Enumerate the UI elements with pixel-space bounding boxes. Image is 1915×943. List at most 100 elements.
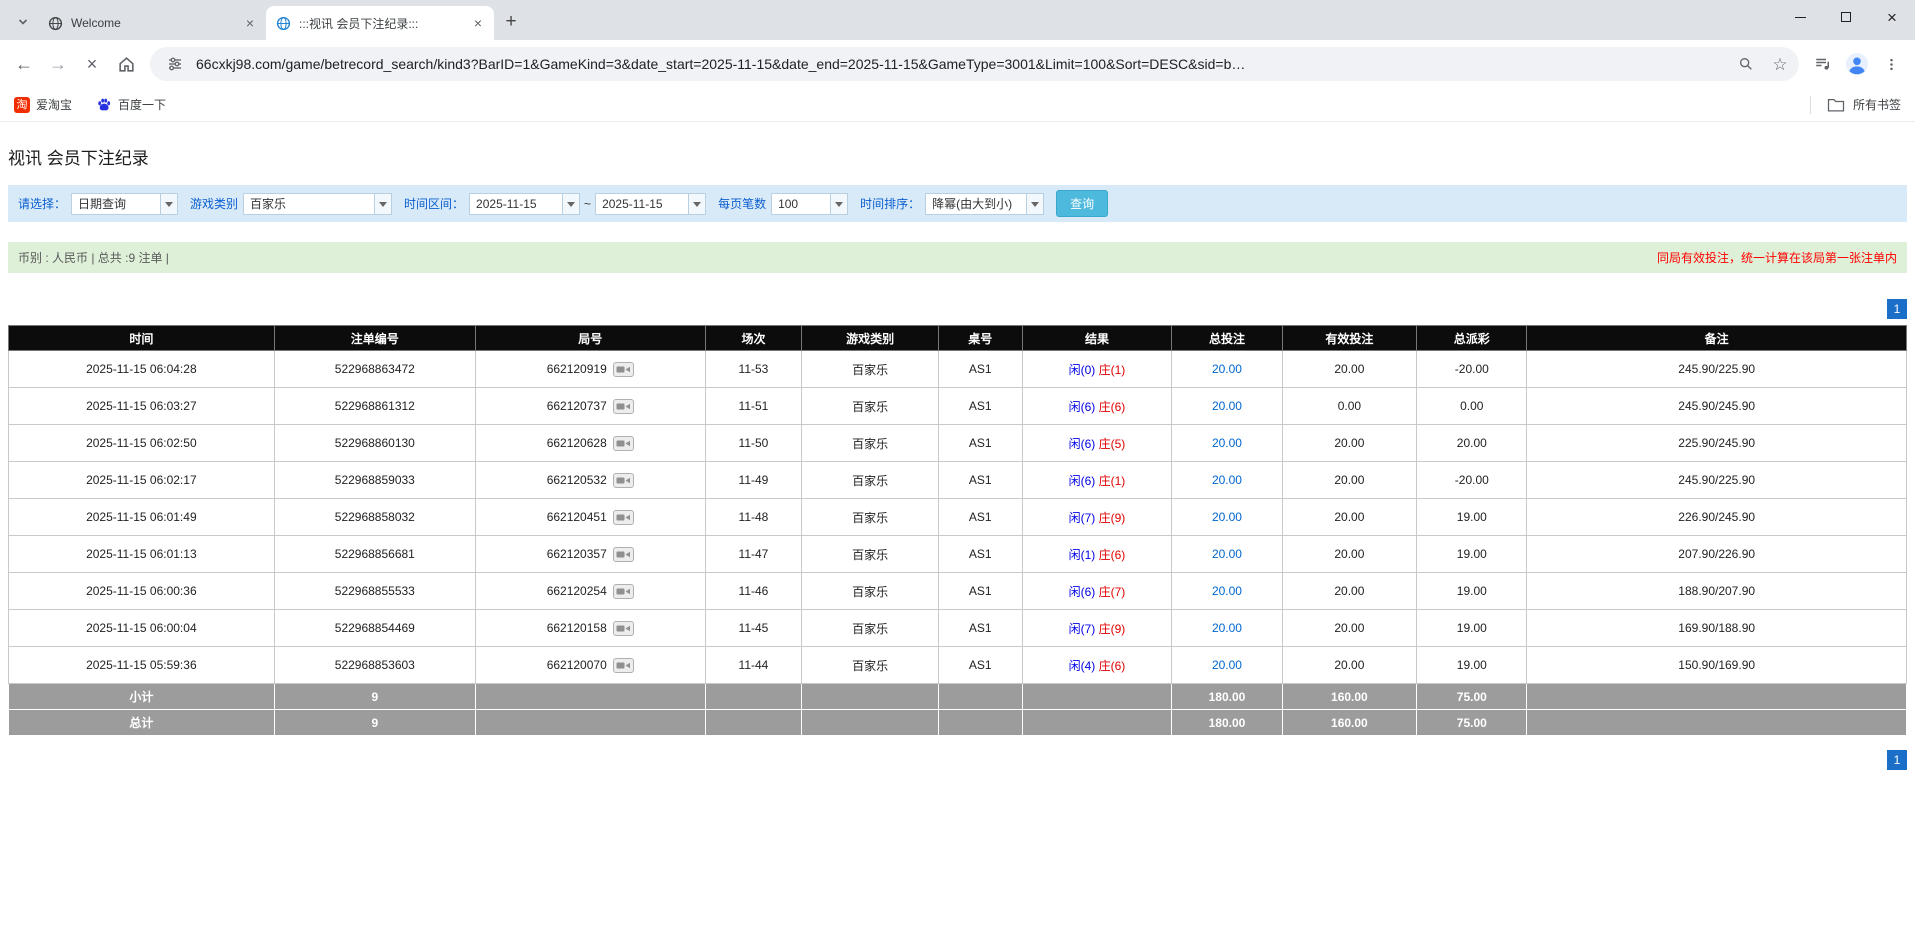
chevron-down-icon[interactable] — [160, 194, 177, 214]
profile-avatar[interactable] — [1841, 48, 1873, 80]
tab-betrecord[interactable]: :::视讯 会员下注纪录::: × — [266, 6, 494, 40]
minimize-button[interactable] — [1777, 0, 1823, 34]
address-bar[interactable]: 66cxkj98.com/game/betrecord_search/kind3… — [150, 47, 1799, 81]
total-bet-link[interactable]: 20.00 — [1212, 584, 1242, 598]
home-button[interactable] — [110, 48, 142, 80]
result-banker: 庄(1) — [1099, 363, 1126, 377]
total-bet-link[interactable]: 20.00 — [1212, 473, 1242, 487]
media-controls-icon[interactable] — [1807, 48, 1839, 80]
video-replay-icon[interactable] — [613, 658, 634, 673]
bookmark-label: 爱淘宝 — [36, 96, 72, 113]
table-row: 2025-11-15 06:02:17522968859033662120532… — [9, 462, 1907, 499]
cell-payout: 19.00 — [1417, 573, 1527, 610]
chevron-down-icon[interactable] — [830, 194, 847, 214]
result-player: 闲(6) — [1069, 437, 1096, 451]
total-bet-link[interactable]: 20.00 — [1212, 399, 1242, 413]
chevron-down-icon[interactable] — [374, 194, 391, 214]
cell-total-bet: 20.00 — [1172, 499, 1282, 536]
site-info-icon[interactable] — [162, 51, 188, 77]
per-page-select[interactable]: 100 — [771, 193, 848, 215]
result-player: 闲(7) — [1069, 622, 1096, 636]
sort-select[interactable]: 降幂(由大到小) — [925, 193, 1044, 215]
chevron-down-icon[interactable] — [562, 194, 579, 214]
close-button[interactable]: × — [1869, 0, 1915, 34]
total-bet-link[interactable]: 20.00 — [1212, 547, 1242, 561]
maximize-button[interactable] — [1823, 0, 1869, 34]
cell-session: 11-49 — [705, 462, 802, 499]
back-button[interactable]: ← — [8, 48, 40, 80]
cell-round: 662120532 — [475, 462, 705, 499]
url-text[interactable]: 66cxkj98.com/game/betrecord_search/kind3… — [196, 56, 1725, 72]
date-start-select[interactable]: 2025-11-15 — [469, 193, 580, 215]
video-replay-icon[interactable] — [613, 621, 634, 636]
cell-note: 245.90/245.90 — [1527, 388, 1907, 425]
chevron-down-icon[interactable] — [1026, 194, 1043, 214]
video-replay-icon[interactable] — [613, 584, 634, 599]
header-time: 时间 — [9, 326, 275, 351]
all-bookmarks[interactable]: 所有书签 — [1810, 96, 1901, 114]
new-tab-button[interactable]: + — [498, 9, 524, 35]
stop-loading-button[interactable]: × — [76, 48, 108, 80]
round-number: 662120919 — [547, 362, 607, 376]
empty-cell — [1527, 710, 1907, 736]
empty-cell — [705, 684, 802, 710]
header-round: 局号 — [475, 326, 705, 351]
table-row: 2025-11-15 06:01:13522968856681662120357… — [9, 536, 1907, 573]
menu-kebab-icon[interactable] — [1875, 48, 1907, 80]
round-number: 662120737 — [547, 399, 607, 413]
cell-game-type: 百家乐 — [802, 536, 939, 573]
tab-search-chevron-icon[interactable] — [10, 9, 36, 35]
cell-result: 闲(6) 庄(7) — [1022, 573, 1172, 610]
cell-note: 245.90/225.90 — [1527, 462, 1907, 499]
cell-round: 662120070 — [475, 647, 705, 684]
search-button[interactable]: 查询 — [1056, 190, 1108, 217]
cell-note: 226.90/245.90 — [1527, 499, 1907, 536]
pagination-page-1[interactable]: 1 — [1887, 299, 1907, 319]
cell-payout: 19.00 — [1417, 499, 1527, 536]
video-replay-icon[interactable] — [613, 399, 634, 414]
bookmark-star-icon[interactable]: ☆ — [1767, 51, 1793, 77]
total-bet-link[interactable]: 20.00 — [1212, 621, 1242, 635]
total-bet-link[interactable]: 20.00 — [1212, 436, 1242, 450]
bet-table-body: 2025-11-15 06:04:28522968863472662120919… — [9, 351, 1907, 684]
total-total-bet: 180.00 — [1172, 710, 1282, 736]
cell-result: 闲(6) 庄(5) — [1022, 425, 1172, 462]
forward-button[interactable]: → — [42, 48, 74, 80]
cell-note: 169.90/188.90 — [1527, 610, 1907, 647]
video-replay-icon[interactable] — [613, 436, 634, 451]
video-replay-icon[interactable] — [613, 473, 634, 488]
cell-session: 11-44 — [705, 647, 802, 684]
cell-round: 662120628 — [475, 425, 705, 462]
video-replay-icon[interactable] — [613, 510, 634, 525]
sort-value: 降幂(由大到小) — [926, 194, 1026, 214]
total-bet-link[interactable]: 20.00 — [1212, 510, 1242, 524]
zoom-icon[interactable] — [1733, 51, 1759, 77]
video-replay-icon[interactable] — [613, 362, 634, 377]
close-tab-icon[interactable]: × — [242, 15, 258, 31]
tab-welcome[interactable]: Welcome × — [38, 6, 266, 40]
bookmark-baidu[interactable]: 百度一下 — [96, 96, 166, 113]
cell-note: 188.90/207.90 — [1527, 573, 1907, 610]
query-type-select[interactable]: 日期查询 — [71, 193, 178, 215]
pagination-page-1[interactable]: 1 — [1887, 750, 1907, 770]
folder-icon — [1827, 97, 1845, 112]
cell-valid-bet: 20.00 — [1282, 610, 1417, 647]
total-bet-link[interactable]: 20.00 — [1212, 362, 1242, 376]
cell-result: 闲(7) 庄(9) — [1022, 610, 1172, 647]
header-bet-id: 注单编号 — [274, 326, 475, 351]
chevron-down-icon[interactable] — [688, 194, 705, 214]
subtotal-valid-bet: 160.00 — [1282, 684, 1417, 710]
result-banker: 庄(5) — [1099, 437, 1126, 451]
game-type-select[interactable]: 百家乐 — [243, 193, 392, 215]
table-row: 2025-11-15 06:04:28522968863472662120919… — [9, 351, 1907, 388]
empty-cell — [1527, 684, 1907, 710]
close-tab-icon[interactable]: × — [470, 15, 486, 31]
query-type-value: 日期查询 — [72, 194, 160, 214]
header-valid-bet: 有效投注 — [1282, 326, 1417, 351]
date-end-select[interactable]: 2025-11-15 — [595, 193, 706, 215]
bookmark-taobao[interactable]: 淘 爱淘宝 — [14, 96, 72, 113]
total-bet-link[interactable]: 20.00 — [1212, 658, 1242, 672]
tab-title: :::视讯 会员下注纪录::: — [299, 15, 462, 32]
video-replay-icon[interactable] — [613, 547, 634, 562]
filter-bar: 请选择： 日期查询 游戏类别 百家乐 时间区间： 2025-11-15 ~ 20… — [8, 185, 1907, 222]
